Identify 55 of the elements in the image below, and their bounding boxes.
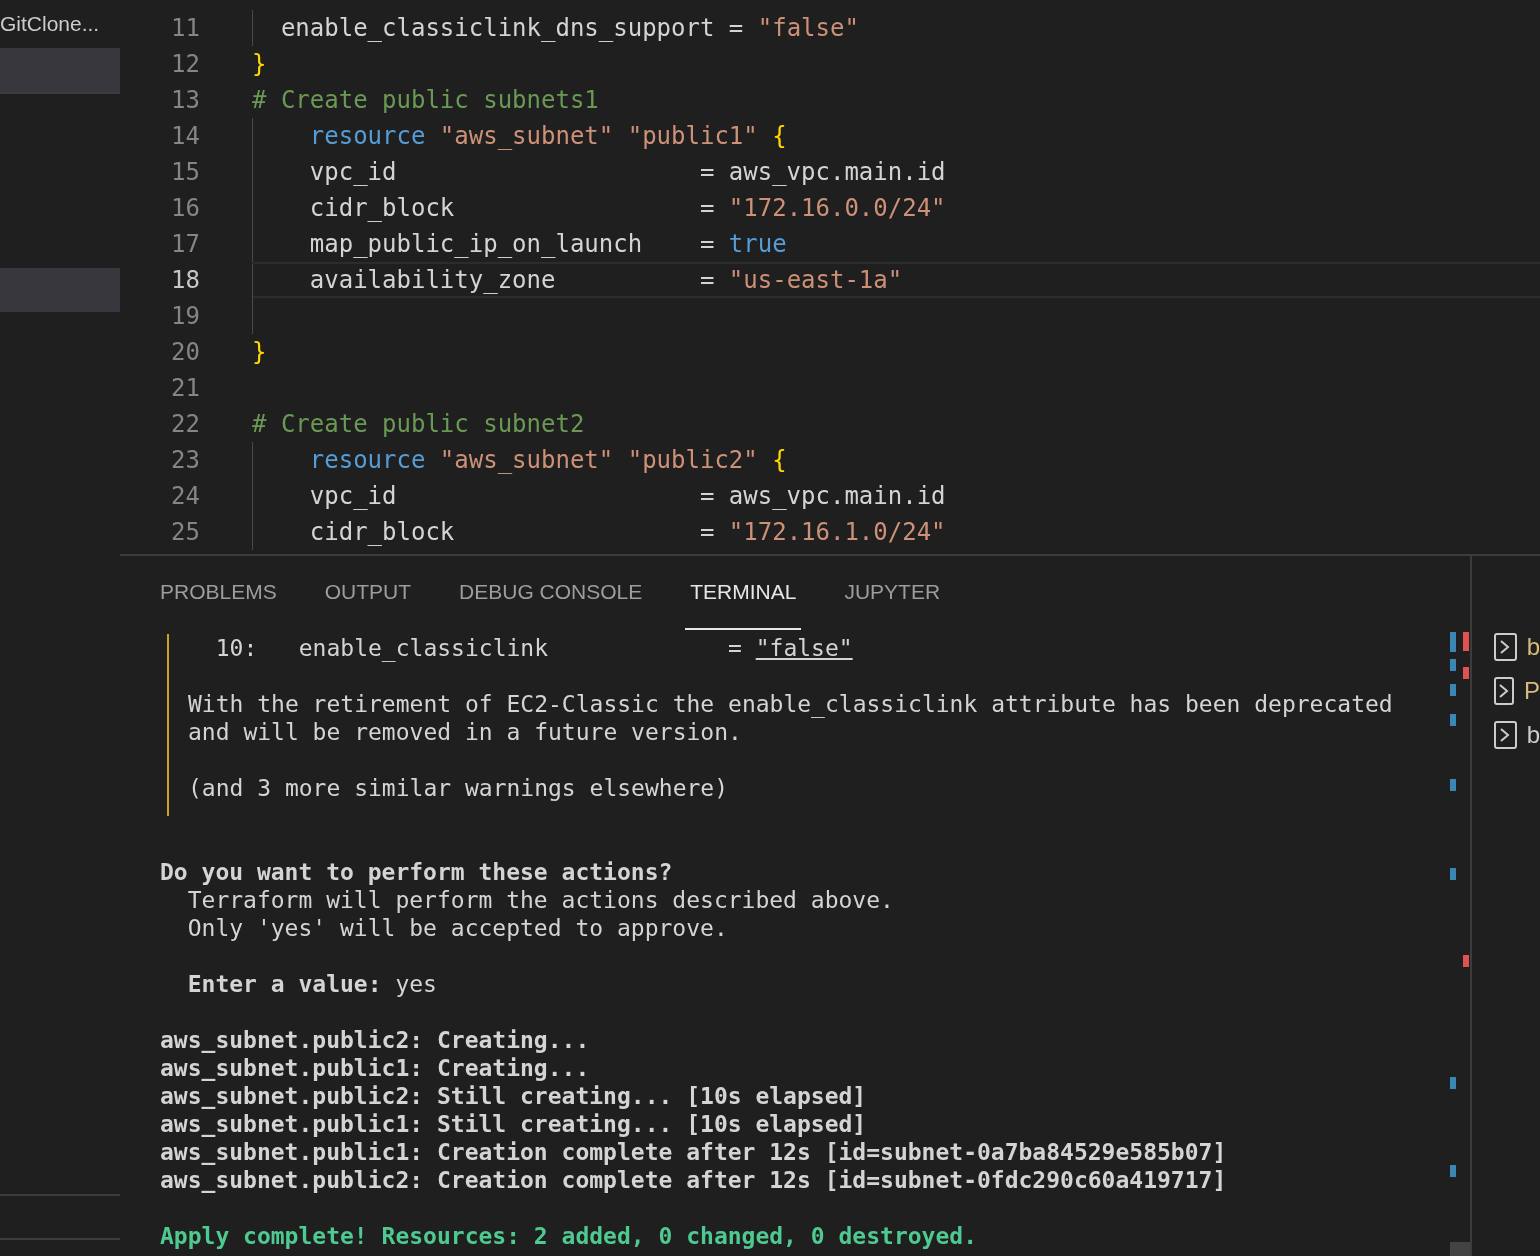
line-number: 25 [170,517,200,548]
code-line: # Create public subnet2 [252,409,585,440]
session-label[interactable]: P [1524,678,1540,703]
terminal-line: aws_subnet.public2: Creation complete after 12s [id=subnet-0fdc290c60a419717] [160,1167,1227,1193]
line-number: 21 [170,373,200,404]
panel-tab[interactable]: JUPYTER [839,556,946,630]
line-number: 19 [170,301,200,332]
code-line: enable_classiclink_dns_support = "false" [279,13,859,44]
panel-tab[interactable]: TERMINAL [685,556,802,630]
code-line: } [252,49,267,80]
terminal-line: Enter a value: yes [186,971,437,997]
session-label[interactable]: b [1526,722,1540,747]
terminal-line: aws_subnet.public1: Still creating... [10s elapsed] [160,1111,867,1137]
terminal-line: aws_subnet.public2: Still creating... [10s elapsed] [160,1083,867,1109]
line-number: 20 [170,337,200,368]
terminal-line: Apply complete! Resources: 2 added, 0 changed, 0 destroyed. [160,1223,977,1249]
panel-tab[interactable]: PROBLEMS [155,556,282,630]
session-label[interactable]: b [1526,634,1540,659]
line-number: 16 [170,193,200,224]
line-number: 24 [170,481,200,512]
line-number: 11 [170,13,200,44]
code-line: resource "aws_subnet" "public2" { [308,445,787,476]
terminal-line: and will be removed in a future version. [188,719,742,745]
code-line: } [252,337,267,368]
line-number: 18 [170,265,200,296]
line-number: 15 [170,157,200,188]
code-line: map_public_ip_on_launch = true [308,229,787,260]
panel-tab[interactable]: DEBUG CONSOLE [454,556,648,630]
panel-tab[interactable]: OUTPUT [319,556,417,630]
terminal-line: Do you want to perform these actions? [160,859,673,885]
code-line: resource "aws_subnet" "public1" { [308,121,787,152]
line-number: 13 [170,85,200,116]
terminal-line: 10: enable_classiclink = "false" [214,635,853,661]
line-number: 22 [170,409,200,440]
line-number: 12 [170,49,200,80]
code-line: availability_zone = "us-east-1a" [308,265,903,296]
code-line: cidr_block = "172.16.0.0/24" [308,193,946,224]
folder-title[interactable]: GitClone... [0,0,120,48]
terminal-icon[interactable] [1494,632,1517,661]
terminal-icon[interactable] [1494,720,1517,749]
terminal-line: With the retirement of EC2-Classic the enable_classiclink attribute has been deprecated [188,691,1393,717]
terminal-line: Only 'yes' will be accepted to approve. [186,915,728,941]
code-line: cidr_block = "172.16.1.0/24" [308,517,946,548]
line-number: 23 [170,445,200,476]
code-line: vpc_id = aws_vpc.main.id [308,157,946,188]
terminal-icon[interactable] [1494,676,1514,705]
terminal-line: Terraform will perform the actions described above. [186,887,894,913]
terminal-line: (and 3 more similar warnings elsewhere) [188,775,729,801]
code-line: vpc_id = aws_vpc.main.id [308,481,946,512]
line-number: 17 [170,229,200,260]
terminal-line: aws_subnet.public2: Creating... [160,1027,590,1053]
terminal-line: aws_subnet.public1: Creating... [160,1055,590,1081]
terminal-line: aws_subnet.public1: Creation complete after 12s [id=subnet-0a7ba84529e585b07] [160,1139,1227,1165]
code-line: # Create public subnets1 [252,85,599,116]
line-number: 14 [170,121,200,152]
